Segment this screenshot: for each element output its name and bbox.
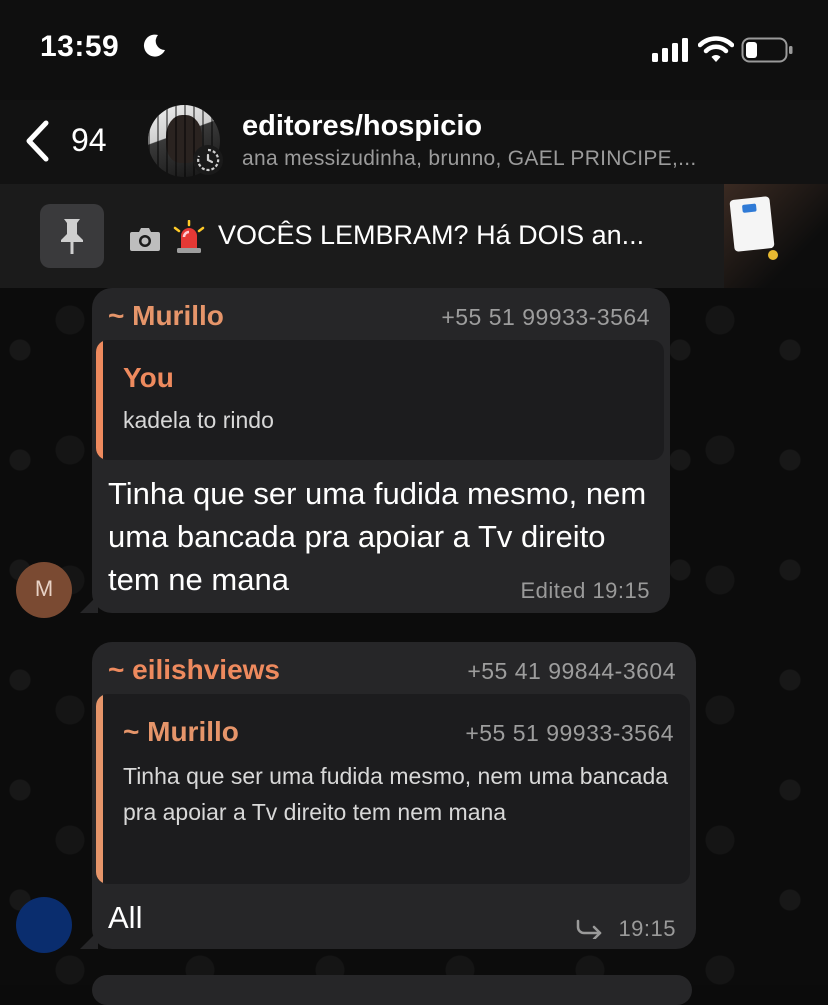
unread-count[interactable]: 94 [71, 122, 107, 159]
quote-phone: +55 51 99933-3564 [465, 720, 674, 746]
message-sender[interactable]: ~ eilishviews [108, 654, 280, 686]
message-sender[interactable]: ~ Murillo [108, 300, 224, 332]
next-message-bubble[interactable] [92, 975, 692, 1005]
message-meta: 19:15 [618, 916, 676, 941]
chat-header: 94 editores/hospicio ana messizudinha, b… [0, 100, 828, 184]
disappearing-timer-icon [193, 145, 223, 175]
quote-text: kadela to rindo [123, 407, 274, 433]
status-bar: 13:59 [0, 0, 828, 100]
quote-sender: ~ Murillo [123, 716, 239, 747]
wifi-icon [698, 36, 734, 62]
moon-icon [143, 34, 165, 57]
message-bubble[interactable]: ~ eilishviews +55 41 99844-3604 ~ Murill… [92, 642, 696, 949]
message-text: All [108, 900, 143, 935]
back-chevron-icon[interactable] [24, 120, 52, 162]
quoted-message[interactable]: You kadela to rindo [96, 340, 664, 460]
quoted-message[interactable]: ~ Murillo +55 51 99933-3564 Tinha que se… [96, 694, 690, 884]
group-members[interactable]: ana messizudinha, brunno, GAEL PRINCIPE,… [242, 147, 697, 171]
forwarded-icon [576, 919, 602, 939]
sender-phone: +55 41 99844-3604 [467, 658, 676, 684]
pin-icon [61, 219, 83, 254]
quote-text: Tinha que ser uma fudida mesmo, nem uma … [123, 763, 669, 825]
signal-icon [652, 38, 688, 62]
quote-accent-bar [96, 694, 103, 884]
message-bubble[interactable]: ~ Murillo +55 51 99933-3564 You kadela t… [92, 288, 670, 613]
pinned-text: VOCÊS LEMBRAM? Há DOIS an... [218, 220, 645, 250]
group-title[interactable]: editores/hospicio [242, 110, 482, 143]
quote-sender: You [123, 362, 174, 393]
pinned-thumbnail[interactable] [724, 184, 828, 288]
quote-accent-bar [96, 340, 103, 460]
pinned-message-bar[interactable]: VOCÊS LEMBRAM? Há DOIS an... [0, 184, 828, 288]
siren-icon [173, 220, 205, 253]
thumbnail-phone-image [729, 196, 775, 252]
pin-button[interactable] [40, 204, 104, 268]
camera-icon [130, 228, 160, 251]
status-time: 13:59 [40, 30, 120, 63]
avatar-initial: M [34, 576, 54, 601]
sender-phone: +55 51 99933-3564 [441, 304, 650, 330]
message-meta: Edited 19:15 [520, 578, 650, 603]
sender-avatar[interactable] [16, 897, 72, 953]
thumbnail-emoji [768, 250, 778, 260]
battery-icon [741, 37, 793, 63]
sender-avatar[interactable]: M [16, 562, 72, 618]
